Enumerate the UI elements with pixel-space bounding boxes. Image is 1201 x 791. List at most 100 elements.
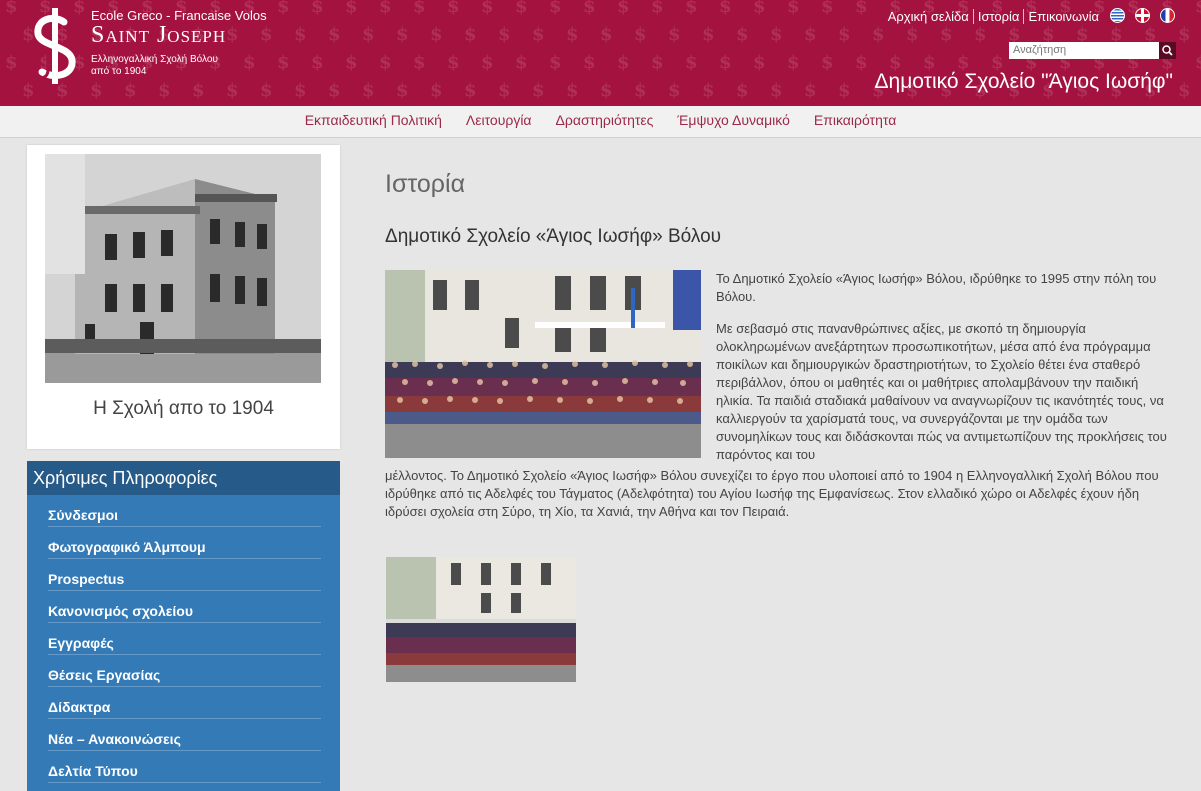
pattern-glyph: $ <box>821 52 834 73</box>
pattern-glyph: $ <box>413 0 426 17</box>
pattern-glyph: $ <box>379 52 392 73</box>
pattern-glyph: $ <box>328 24 341 45</box>
info-link-links[interactable]: Σύνδεσμοι <box>48 495 321 527</box>
pattern-glyph: $ <box>362 24 375 45</box>
pattern-glyph: $ <box>634 24 647 45</box>
pattern-glyph: $ <box>277 52 290 73</box>
pattern-glyph: $ <box>549 0 562 17</box>
pattern-glyph: $ <box>736 24 749 45</box>
pattern-glyph: $ <box>481 0 494 17</box>
pattern-glyph: $ <box>600 80 613 101</box>
pattern-glyph: $ <box>277 0 290 17</box>
info-link-photo-album[interactable]: Φωτογραφικό Άλμπουμ <box>48 527 321 559</box>
pattern-glyph: $ <box>668 80 681 101</box>
pattern-glyph: $ <box>498 80 511 101</box>
nav-operation[interactable]: Λειτουργία <box>454 106 544 137</box>
pattern-glyph: $ <box>447 0 460 17</box>
nav-activities[interactable]: Δραστηριότητες <box>544 106 666 137</box>
pattern-glyph: $ <box>855 52 868 73</box>
pattern-glyph: $ <box>583 52 596 73</box>
school-title: Δημοτικό Σχολείο "Άγιος Ιωσήφ" <box>874 70 1173 94</box>
info-link-registrations[interactable]: Εγγραφές <box>48 623 321 655</box>
school-title-prefix: Δημοτικό Σχολείο <box>874 70 1042 93</box>
pattern-glyph: $ <box>719 0 732 17</box>
pattern-glyph: $ <box>430 24 443 45</box>
photo-caption: Η Σχολή απο το 1904 <box>93 398 274 419</box>
brand-name[interactable]: Saint Joseph <box>91 22 226 49</box>
pattern-glyph: $ <box>1195 52 1201 73</box>
info-link-tuition[interactable]: Δίδακτρα <box>48 687 321 719</box>
pattern-glyph: $ <box>634 80 647 101</box>
info-link-regulations[interactable]: Κανονισμός σχολείου <box>48 591 321 623</box>
pattern-glyph: $ <box>1178 80 1191 101</box>
pattern-glyph: $ <box>685 52 698 73</box>
pattern-glyph: $ <box>770 80 783 101</box>
pattern-glyph: $ <box>855 0 868 17</box>
search-button[interactable] <box>1159 42 1176 59</box>
pattern-glyph: $ <box>430 80 443 101</box>
brand-tagline-1: Ελληνογαλλική Σχολή Βόλου <box>91 54 218 65</box>
topnav-history[interactable]: Ιστορία <box>973 9 1025 24</box>
info-link-news[interactable]: Νέα – Ανακοινώσεις <box>48 719 321 751</box>
pattern-glyph: $ <box>5 0 18 17</box>
intro-paragraph-2: Με σεβασμό στις πανανθρώπινες αξίες, με … <box>716 321 1167 462</box>
nav-staff[interactable]: Έμψυχο Δυναμικό <box>665 106 801 137</box>
pattern-glyph: $ <box>379 0 392 17</box>
school-logo-icon[interactable] <box>30 8 80 84</box>
pattern-glyph: $ <box>940 24 953 45</box>
school-title-name: "Άγιος Ιωσήφ" <box>1041 70 1173 93</box>
pattern-glyph: $ <box>328 80 341 101</box>
french-flag-icon[interactable] <box>1160 8 1175 23</box>
useful-info-title: Χρήσιμες Πληροφορίες <box>27 461 340 495</box>
pattern-glyph: $ <box>362 80 375 101</box>
school-group-photo[interactable] <box>385 270 701 458</box>
pattern-glyph: $ <box>90 80 103 101</box>
pattern-glyph: $ <box>838 80 851 101</box>
pattern-glyph: $ <box>481 52 494 73</box>
main-navigation: Εκπαιδευτική Πολιτική Λειτουργία Δραστηρ… <box>0 106 1201 138</box>
uk-flag-icon[interactable] <box>1135 8 1150 23</box>
pattern-glyph: $ <box>702 24 715 45</box>
pattern-glyph: $ <box>821 0 834 17</box>
useful-info-panel: Χρήσιμες Πληροφορίες Σύνδεσμοι Φωτογραφι… <box>27 461 340 791</box>
pattern-glyph: $ <box>787 0 800 17</box>
info-link-prospectus[interactable]: Prospectus <box>48 559 321 591</box>
greek-flag-icon[interactable] <box>1110 8 1125 23</box>
pattern-glyph: $ <box>685 0 698 17</box>
historic-building-photo[interactable] <box>45 154 321 383</box>
gallery-thumbnail[interactable] <box>386 557 576 682</box>
historic-photo-card: Η Σχολή απο το 1904 <box>27 145 340 449</box>
pattern-glyph: $ <box>753 52 766 73</box>
pattern-glyph: $ <box>1178 24 1191 45</box>
pattern-glyph: $ <box>549 52 562 73</box>
info-link-press[interactable]: Δελτία Τύπου <box>48 751 321 783</box>
search-input[interactable] <box>1009 42 1159 59</box>
pattern-glyph: $ <box>294 24 307 45</box>
nav-news[interactable]: Επικαιρότητα <box>802 106 908 137</box>
intro-paragraph-2-continued: μέλλοντος. Το Δημοτικό Σχολείο «Άγιος Ιω… <box>385 468 1159 519</box>
pattern-glyph: $ <box>447 52 460 73</box>
pattern-glyph: $ <box>838 24 851 45</box>
pattern-glyph: $ <box>787 52 800 73</box>
pattern-glyph: $ <box>260 80 273 101</box>
pattern-glyph: $ <box>617 0 630 17</box>
pattern-glyph: $ <box>515 52 528 73</box>
pattern-glyph: $ <box>651 0 664 17</box>
pattern-glyph: $ <box>532 80 545 101</box>
pattern-glyph: $ <box>872 24 885 45</box>
site-header: $ $ $ $ $ $ $ $ $ $ $ $ $ $ $ $ $ $ $ $ $ $ $ $ $ $ $ $ $ $ $ $ $ $ $ $ $ $ $ $… <box>0 0 1201 106</box>
pattern-glyph: $ <box>345 0 358 17</box>
pattern-glyph: $ <box>702 80 715 101</box>
pattern-glyph: $ <box>566 80 579 101</box>
pattern-glyph: $ <box>804 24 817 45</box>
topnav-home[interactable]: Αρχική σελίδα <box>883 9 974 24</box>
pattern-glyph: $ <box>311 52 324 73</box>
search-icon <box>1162 45 1173 56</box>
pattern-glyph: $ <box>600 24 613 45</box>
top-navigation: Αρχική σελίδα Ιστορία Επικοινωνία <box>883 9 1103 24</box>
pattern-glyph: $ <box>719 52 732 73</box>
topnav-contact[interactable]: Επικοινωνία <box>1024 9 1103 24</box>
info-link-jobs[interactable]: Θέσεις Εργασίας <box>48 655 321 687</box>
nav-educational-policy[interactable]: Εκπαιδευτική Πολιτική <box>293 106 454 137</box>
brand-tagline-2: από το 1904 <box>91 66 147 77</box>
